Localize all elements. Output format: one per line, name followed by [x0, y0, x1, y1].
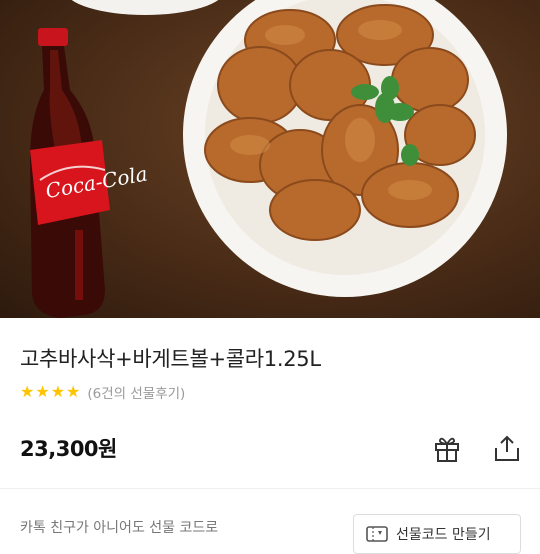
- star-icon: ★: [50, 382, 66, 401]
- gift-code-button-label: 선물코드 만들기: [396, 527, 491, 543]
- product-photo: Coca-Cola: [30, 0, 507, 318]
- star-icon: ★: [35, 382, 50, 401]
- product-title: 고추바사삭+바게트볼+콜라1.25L: [20, 347, 321, 371]
- share-button[interactable]: [490, 431, 524, 465]
- rating-row[interactable]: ★ ★ ★ ★ (6건의 선물후기): [20, 382, 185, 403]
- ticket-icon: [366, 526, 388, 542]
- price: 23,300원: [20, 437, 117, 461]
- share-icon: [495, 435, 519, 461]
- review-count[interactable]: (6건의 선물후기): [87, 382, 185, 402]
- star-icon: ★: [66, 382, 81, 401]
- gift-code-notice: 카톡 친구가 아니어도 선물 코드로: [20, 520, 219, 536]
- gift-button[interactable]: [430, 431, 464, 465]
- divider: [0, 488, 540, 489]
- star-rating: ★ ★ ★ ★: [20, 384, 81, 400]
- gift-code-button[interactable]: 선물코드 만들기: [353, 514, 521, 554]
- product-image: Coca-Cola: [0, 0, 540, 318]
- star-icon: ★: [20, 382, 35, 401]
- gift-icon: [435, 437, 459, 462]
